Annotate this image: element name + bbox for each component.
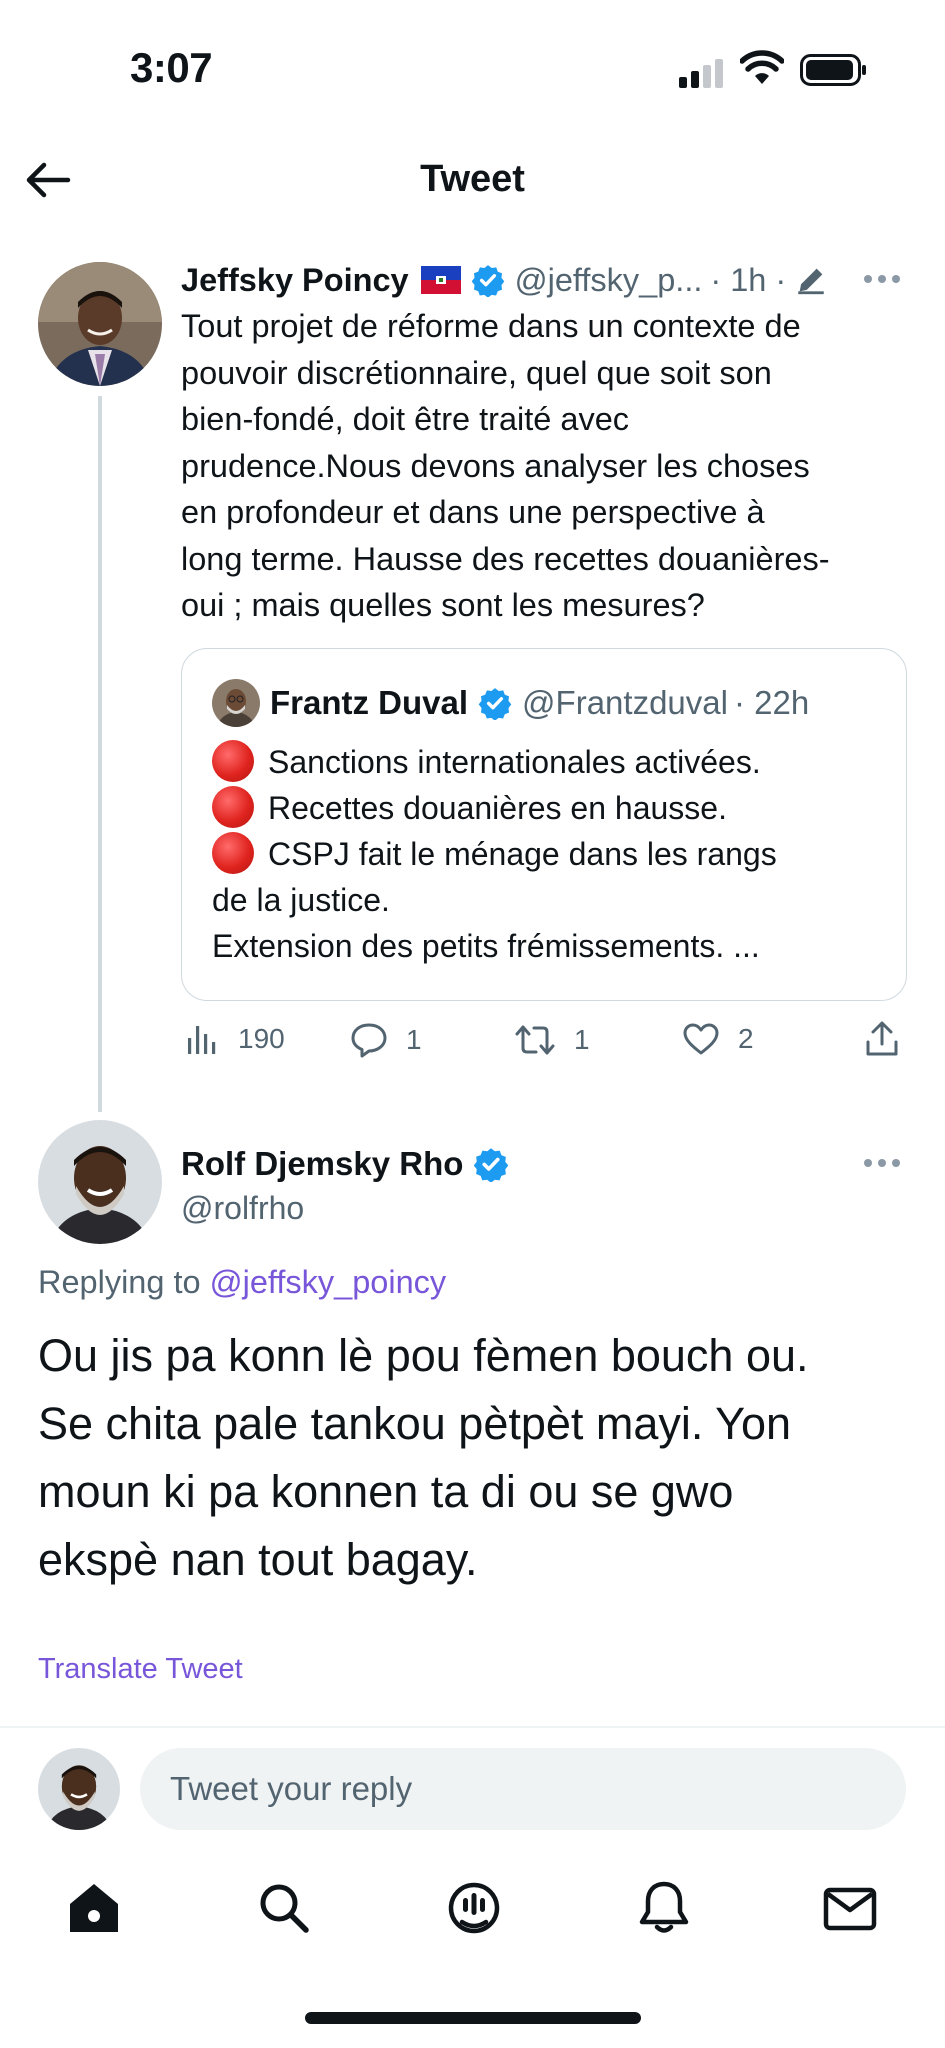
reply-text-line: Ou jis pa konn lè pou fèmen bouch ou. [38, 1330, 809, 1381]
share-icon[interactable] [864, 1020, 900, 1058]
spaces-icon[interactable] [444, 1878, 504, 1938]
reply-input[interactable]: Tweet your reply [140, 1748, 906, 1830]
avatar-frantz-duval [212, 679, 260, 727]
replying-to: Replying to @jeffsky_poincy [38, 1264, 446, 1301]
tweet-text-line: en profondeur et dans une perspective à [181, 494, 765, 530]
cellular-signal-icon [679, 59, 723, 88]
author-handle[interactable]: @jeffsky_p... [515, 262, 703, 299]
quote-time: · 22h [733, 684, 810, 721]
thread-connector [98, 396, 102, 1112]
quote-author-handle: @Frantzduval [522, 684, 728, 721]
retweets-count: 1 [574, 1024, 590, 1055]
reply-author-handle[interactable]: @rolfrho [181, 1190, 304, 1227]
replying-to-handle-link[interactable]: @jeffsky_poincy [210, 1264, 447, 1300]
translate-tweet-link[interactable]: Translate Tweet [38, 1653, 243, 1686]
replying-to-label: Replying to [38, 1264, 201, 1300]
current-user-avatar[interactable] [38, 1748, 120, 1830]
views-chart-icon [188, 1026, 216, 1054]
verified-badge-icon [474, 1148, 509, 1182]
search-icon[interactable] [254, 1878, 314, 1938]
reply-header: Rolf Djemsky Rho [181, 1142, 509, 1186]
reply-text: Ou jis pa konn lè pou fèmen bouch ou. Se… [38, 1322, 918, 1594]
verified-badge-icon [471, 265, 504, 297]
reply-author-name[interactable]: Rolf Djemsky Rho [181, 1145, 463, 1183]
retweet-button[interactable]: 1 [514, 1022, 590, 1058]
replies-count: 1 [406, 1024, 422, 1055]
page-title: Tweet [420, 158, 525, 200]
quote-text-line: Extension des petits frémissements. ... [212, 928, 760, 964]
quote-text-line: CSPJ fait le ménage dans les rangs [268, 836, 777, 872]
verified-badge-icon [478, 688, 512, 720]
tweet-text-line: prudence.Nous devons analyser les choses [181, 447, 810, 484]
reply-button[interactable]: 1 [350, 1022, 422, 1058]
quote-text-line: de la justice. [212, 882, 390, 918]
quote-author-name: Frantz Duval [270, 684, 469, 721]
like-button[interactable]: 2 [682, 1022, 754, 1056]
tweet-text-line: bien-fondé, doit être traité avec [181, 401, 630, 437]
author-name[interactable]: Jeffsky Poincy [181, 262, 409, 299]
reply-bubble-icon [351, 1023, 387, 1058]
red-circle-emoji-icon [212, 786, 254, 828]
views-button[interactable]: 190 [186, 1022, 285, 1056]
red-circle-emoji-icon [212, 740, 254, 782]
tweet-text-line: pouvoir discrétionnaire, quel que soit s… [181, 354, 772, 391]
tweet-text-line: Tout projet de réforme dans un contexte … [181, 308, 801, 344]
avatar-jeffsky-poincy[interactable] [38, 262, 162, 386]
more-options-icon[interactable] [862, 272, 902, 286]
tweet-text: Tout projet de réforme dans un contexte … [181, 303, 911, 629]
quote-text-line: Recettes douanières en hausse. [268, 790, 727, 826]
likes-count: 2 [738, 1023, 754, 1054]
home-indicator[interactable] [305, 2012, 641, 2024]
messages-icon[interactable] [820, 1878, 880, 1938]
tweet-text-line: long terme. Hausse des recettes douanièr… [181, 540, 830, 577]
retweet-icon [515, 1025, 555, 1055]
wifi-icon [740, 50, 784, 84]
quote-header: Frantz Duval @Frantzduval · 22h [270, 681, 809, 725]
reply-text-line: Se chita pale tankou pètpèt mayi. Yon [38, 1398, 792, 1449]
tweet-text-line: oui ; mais quelles sont les mesures? [181, 587, 705, 623]
divider [0, 1726, 945, 1728]
haiti-flag-icon [420, 266, 461, 294]
quote-text: Sanctions internationales activées. Rece… [212, 739, 892, 969]
reply-text-line: ekspè nan tout bagay. [38, 1534, 478, 1585]
avatar-rolf-djemsky-rho[interactable] [38, 1120, 162, 1244]
edited-pencil-icon[interactable] [794, 263, 828, 297]
reply-text-line: moun ki pa konnen ta di ou se gwo [38, 1466, 734, 1517]
tweet-time: · 1h · [710, 261, 787, 298]
more-options-icon[interactable] [862, 1156, 902, 1170]
tweet-header: Jeffsky Poincy @jeffsky_p... · 1h · [181, 258, 828, 302]
notifications-icon[interactable] [634, 1878, 694, 1938]
status-time: 3:07 [130, 44, 213, 91]
red-circle-emoji-icon [212, 832, 254, 874]
quote-text-line: Sanctions internationales activées. [268, 744, 761, 780]
heart-icon [683, 1023, 719, 1055]
battery-icon [800, 54, 866, 86]
views-count: 190 [238, 1023, 285, 1054]
home-icon[interactable] [64, 1878, 124, 1938]
